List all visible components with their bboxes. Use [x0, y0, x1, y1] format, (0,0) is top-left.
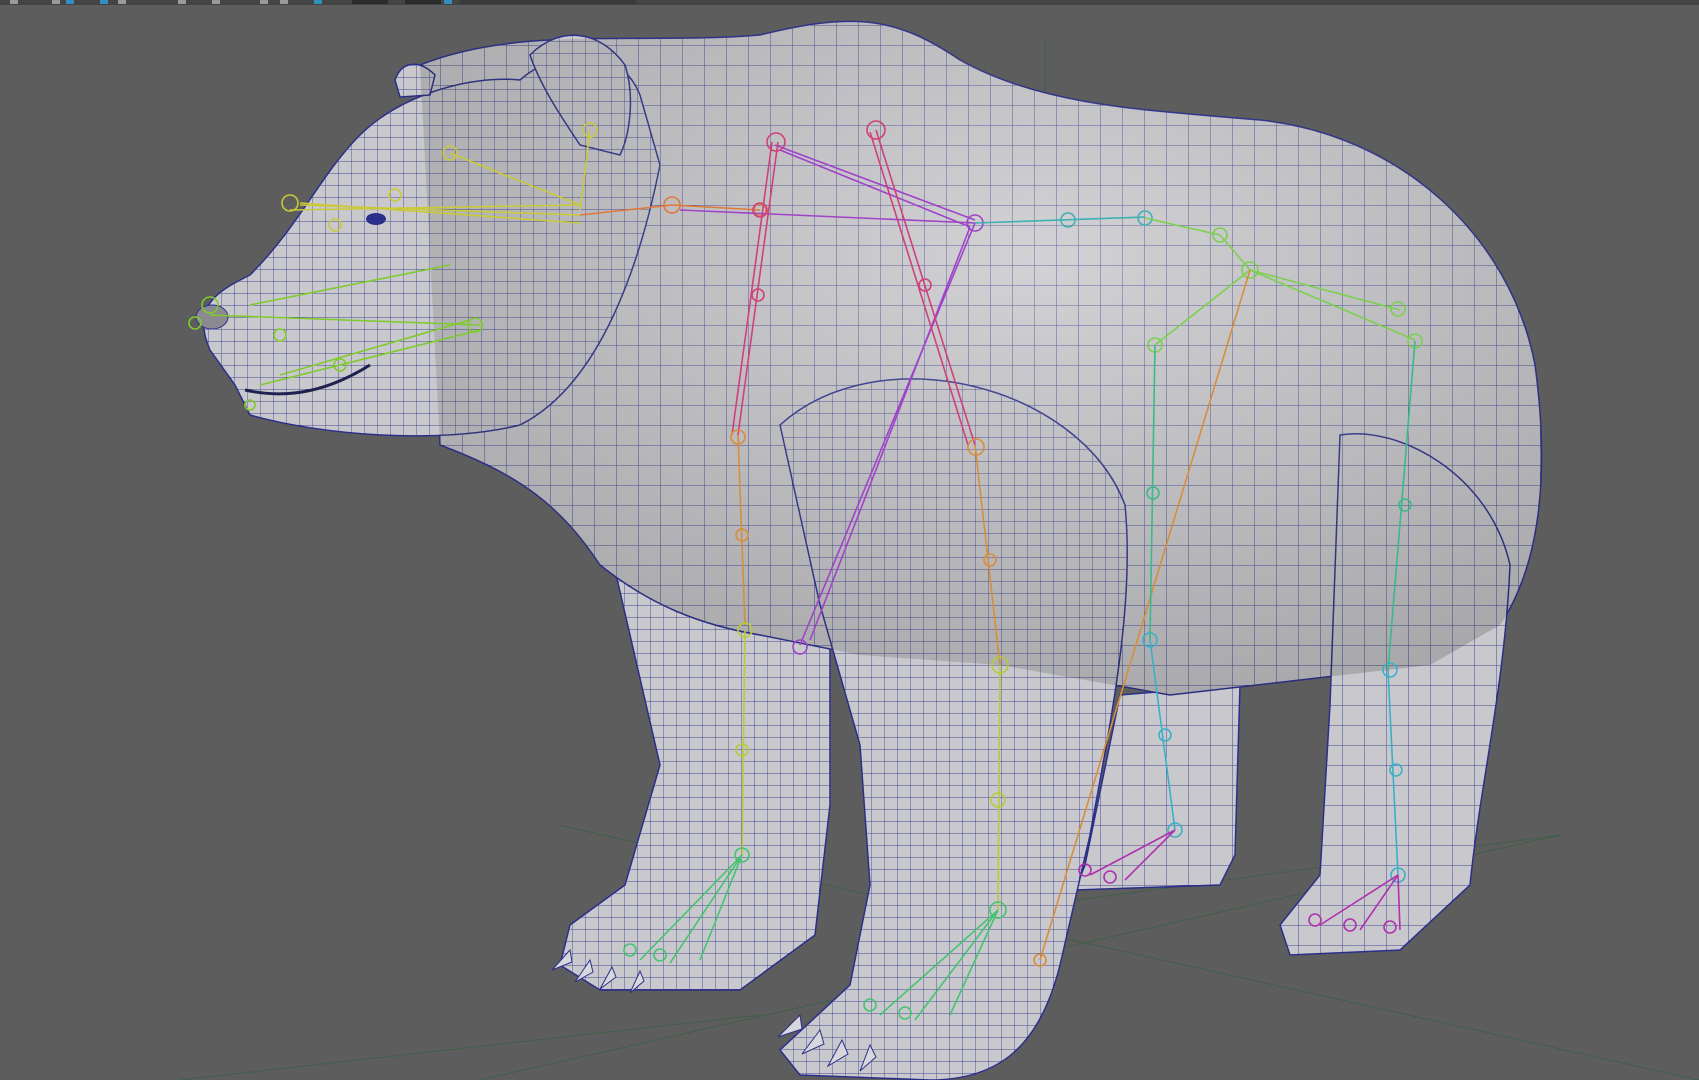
perspective-viewport[interactable] — [0, 5, 1699, 1080]
viewport-canvas[interactable] — [0, 5, 1699, 1080]
command-field[interactable]: .... — [460, 0, 636, 4]
render-icon[interactable] — [260, 0, 268, 4]
snap-point-icon[interactable] — [178, 0, 186, 4]
snap-grid-icon[interactable] — [100, 0, 108, 4]
ipr-icon[interactable] — [280, 0, 288, 4]
command-field-text: .... — [460, 0, 473, 3]
frame-input-b[interactable] — [405, 0, 441, 4]
bear-eye — [366, 213, 386, 225]
frame-input-a[interactable] — [352, 0, 388, 4]
lasso-tool-icon[interactable] — [52, 0, 60, 4]
paint-select-icon[interactable] — [66, 0, 74, 4]
select-tool-icon[interactable] — [10, 0, 18, 4]
camera-icon[interactable] — [444, 0, 452, 4]
render-settings-icon[interactable] — [314, 0, 322, 4]
snap-curve-icon[interactable] — [118, 0, 126, 4]
history-icon[interactable] — [212, 0, 220, 4]
